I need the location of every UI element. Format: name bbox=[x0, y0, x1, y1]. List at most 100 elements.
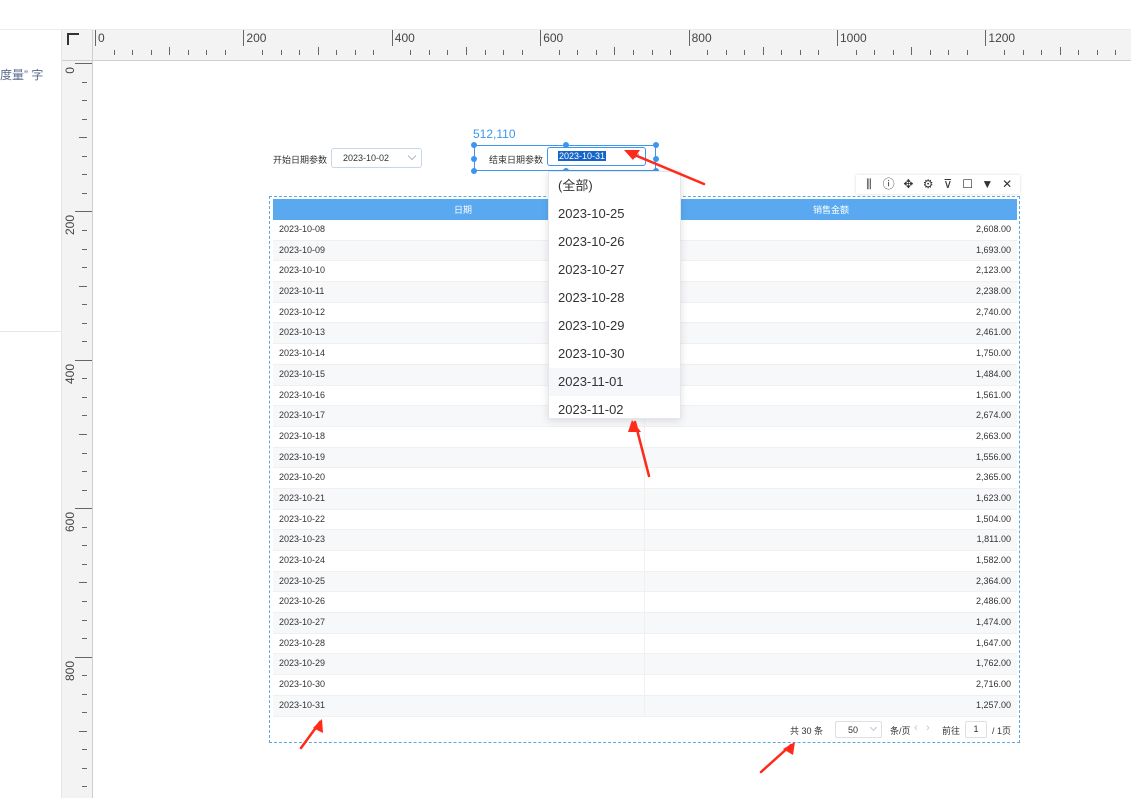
dropdown-option[interactable]: 2023-11-02 bbox=[549, 396, 680, 424]
ruler-tick bbox=[503, 50, 505, 55]
ruler-tick bbox=[206, 50, 208, 55]
cell-date: 2023-10-10 bbox=[279, 265, 326, 276]
ruler-tick bbox=[558, 50, 560, 55]
table-row[interactable]: 2023-10-26 2,486.00 bbox=[273, 592, 1017, 614]
left-panel-text: 度量” 字 bbox=[0, 68, 44, 82]
end-param-label: 结束日期参数 bbox=[489, 155, 544, 165]
table-row[interactable]: 2023-10-24 1,582.00 bbox=[273, 551, 1017, 572]
cell-sales-amount: 1,762.00 bbox=[975, 658, 1011, 669]
ruler-tick bbox=[224, 50, 226, 55]
left-panel: 度量” 字 bbox=[0, 30, 62, 798]
ruler-tick bbox=[1078, 50, 1080, 55]
ruler-tick bbox=[82, 174, 87, 176]
cell-date: 2023-10-08 bbox=[279, 224, 326, 234]
end-param-select[interactable]: 2023-10-31 bbox=[547, 147, 646, 166]
dropdown-option[interactable]: 2023-10-27 bbox=[549, 256, 680, 284]
table-row[interactable]: 2023-10-22 1,504.00 bbox=[273, 509, 1017, 531]
ruler-tick bbox=[82, 712, 87, 714]
ruler-tick bbox=[466, 47, 467, 55]
table-row[interactable]: 2023-10-18 2,663.00 bbox=[273, 426, 1017, 448]
ruler-tick bbox=[95, 30, 96, 46]
ruler-tick bbox=[75, 211, 92, 213]
ruler-tick bbox=[82, 767, 87, 769]
ruler-label: 400 bbox=[394, 31, 415, 45]
close-icon[interactable]: ✕ bbox=[998, 175, 1016, 194]
table-row[interactable]: 2023-10-28 1,647.00 bbox=[273, 633, 1017, 655]
table-row[interactable]: 2023-10-19 1,556.00 bbox=[273, 447, 1017, 469]
ruler-tick bbox=[82, 81, 87, 83]
settings-icon[interactable]: ⚙ bbox=[919, 175, 937, 194]
chevron-down-icon bbox=[407, 151, 417, 161]
cell-date: 2023-10-21 bbox=[279, 492, 326, 503]
ruler-tick bbox=[707, 50, 709, 55]
cell-sales-amount: 2,716.00 bbox=[975, 679, 1011, 690]
column-header-date[interactable]: 日期 bbox=[454, 203, 472, 216]
ruler-corner-toggle[interactable] bbox=[62, 30, 93, 61]
dropdown-option[interactable]: 2023-10-25 bbox=[549, 200, 680, 228]
table-row[interactable]: 2023-10-25 2,364.00 bbox=[273, 571, 1017, 593]
start-param-select[interactable]: 2023-10-02 bbox=[331, 148, 422, 168]
prev-page-icon[interactable]: ‹ bbox=[914, 722, 918, 734]
table-row[interactable]: 2023-10-21 1,623.00 bbox=[273, 488, 1017, 510]
dropdown-option[interactable]: 2023-10-29 bbox=[549, 312, 680, 340]
cell-date: 2023-10-22 bbox=[279, 513, 326, 524]
column-divider bbox=[644, 695, 645, 716]
cell-date: 2023-10-31 bbox=[279, 699, 326, 710]
cell-sales-amount: 1,623.00 bbox=[975, 492, 1011, 503]
cell-sales-amount: 2,740.00 bbox=[975, 306, 1011, 317]
corner-icon bbox=[67, 33, 79, 45]
chevron-down-icon bbox=[869, 723, 878, 732]
dropdown-option[interactable]: 2023-11-01 bbox=[549, 368, 680, 396]
ruler-tick bbox=[484, 50, 486, 55]
ruler-tick bbox=[169, 47, 171, 55]
ruler-tick bbox=[874, 50, 876, 55]
dropdown-option[interactable]: 2023-10-30 bbox=[549, 340, 680, 368]
resize-handle[interactable] bbox=[471, 142, 477, 148]
column-header-sales[interactable]: 销售金额 bbox=[813, 203, 849, 216]
table-row[interactable]: 2023-10-31 1,257.00 bbox=[273, 695, 1017, 717]
dropdown-option[interactable]: 2023-10-28 bbox=[549, 284, 680, 312]
total-count: 共 30 条 bbox=[790, 726, 824, 736]
resize-handle[interactable] bbox=[471, 168, 477, 174]
ruler-tick bbox=[261, 50, 263, 55]
ruler-tick bbox=[299, 50, 301, 55]
resize-handle[interactable] bbox=[653, 142, 659, 148]
ruler-tick bbox=[82, 600, 87, 602]
info-icon[interactable]: ⓘ bbox=[880, 175, 898, 194]
ruler-label: 600 bbox=[63, 512, 77, 533]
filter-icon[interactable]: ⊽ bbox=[939, 175, 957, 194]
ruler-tick bbox=[577, 50, 579, 55]
cell-date: 2023-10-20 bbox=[279, 472, 326, 483]
more-icon[interactable]: ▼ bbox=[978, 175, 996, 194]
cell-sales-amount: 1,561.00 bbox=[975, 389, 1011, 400]
ruler-tick bbox=[1059, 47, 1061, 55]
column-divider bbox=[644, 654, 645, 675]
move-icon[interactable]: ✥ bbox=[899, 175, 917, 194]
maximize-icon[interactable]: ☐ bbox=[959, 175, 977, 194]
chart-data-icon[interactable]: ⫼ bbox=[860, 175, 878, 194]
ruler-tick bbox=[1022, 50, 1024, 55]
resize-handle[interactable] bbox=[653, 156, 659, 162]
page-size-select[interactable]: 50 bbox=[835, 721, 882, 738]
cell-date: 2023-10-13 bbox=[279, 327, 326, 338]
ruler-label: 600 bbox=[543, 31, 564, 45]
table-row[interactable]: 2023-10-23 1,811.00 bbox=[273, 530, 1017, 551]
ruler-tick bbox=[855, 50, 857, 55]
table-row[interactable]: 2023-10-29 1,762.00 bbox=[273, 654, 1017, 676]
page-number-input[interactable]: 1 bbox=[965, 721, 987, 738]
next-page-icon[interactable]: › bbox=[926, 722, 930, 734]
table-row[interactable]: 2023-10-27 1,474.00 bbox=[273, 613, 1017, 634]
ruler-tick bbox=[317, 47, 319, 55]
resize-handle[interactable] bbox=[471, 156, 477, 162]
table-row[interactable]: 2023-10-20 2,365.00 bbox=[273, 468, 1017, 489]
ruler-tick bbox=[966, 50, 968, 55]
dropdown-option[interactable]: (全部) bbox=[549, 172, 680, 200]
column-divider bbox=[644, 509, 645, 530]
dropdown-option[interactable]: 2023-10-26 bbox=[549, 228, 680, 256]
column-divider bbox=[644, 447, 645, 468]
table-row[interactable]: 2023-10-30 2,716.00 bbox=[273, 675, 1017, 696]
ruler-tick bbox=[799, 50, 801, 55]
widget-toolbar: ⫼ ⓘ ✥ ⚙ ⊽ ☐ ▼ ✕ bbox=[856, 175, 1020, 194]
ruler-tick bbox=[447, 50, 449, 55]
ruler-tick bbox=[79, 137, 87, 139]
